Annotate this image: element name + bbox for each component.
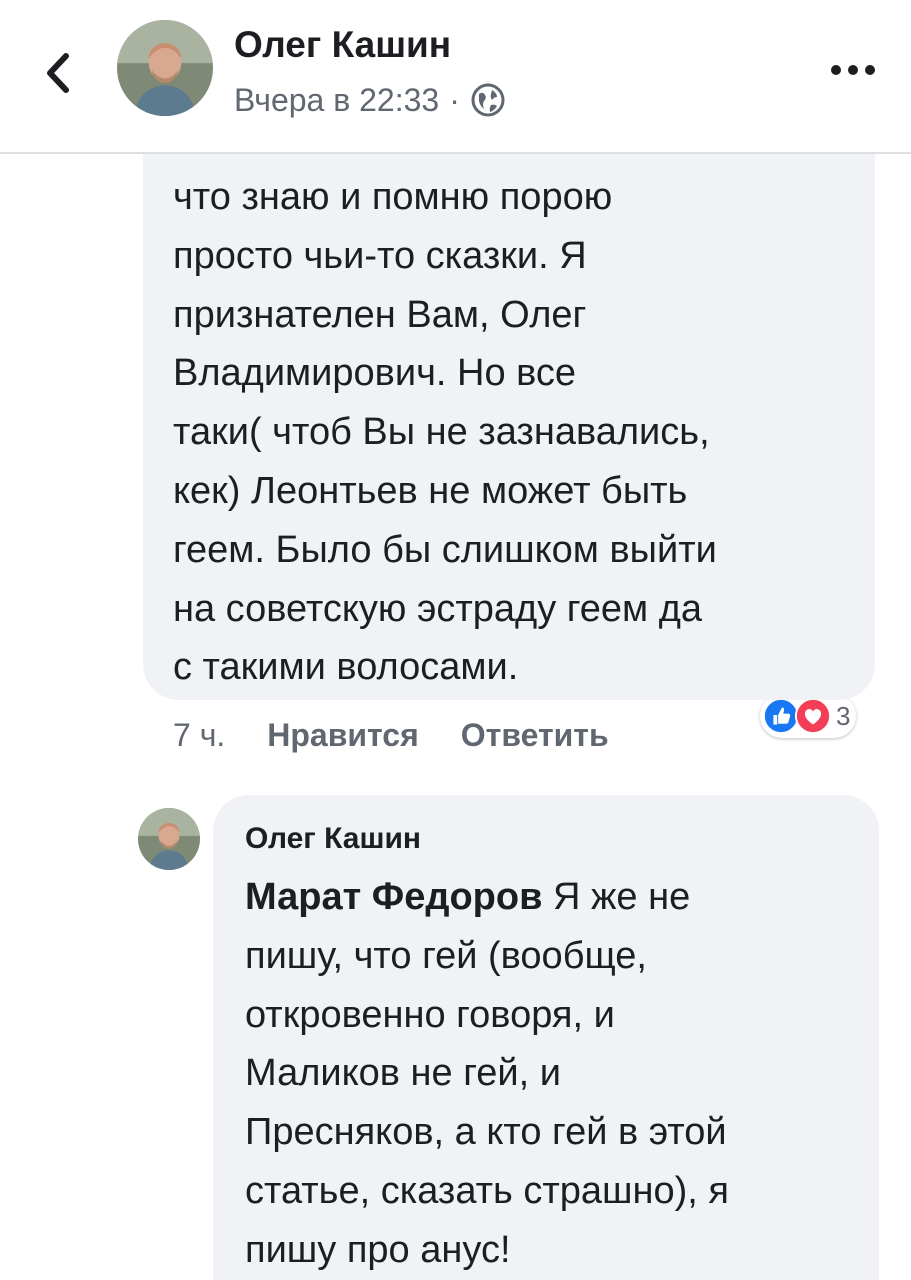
reply-first-line: Марат Федоров Я же не: [245, 868, 865, 927]
more-options-button[interactable]: [828, 58, 878, 82]
comment-time[interactable]: 7 ч.: [173, 717, 225, 754]
comment-line: Владимирович. Но все: [173, 352, 577, 395]
comment-line: просто чьи-то сказки. Я: [173, 234, 587, 277]
back-button[interactable]: [34, 46, 80, 100]
reply-line: пишу, что гей (вообще,: [245, 934, 647, 977]
reply-line: откровенно говоря, и: [245, 993, 615, 1036]
comment-actions: 7 ч. Нравится Ответить: [173, 712, 651, 758]
post-header: Олег Кашин Вчера в 22:33 ·: [0, 0, 911, 154]
reply-line: Пресняков, а кто гей в этой: [245, 1111, 727, 1154]
facebook-comment-thread: что знаю и помню порою просто чьи-то ска…: [0, 0, 911, 1280]
post-meta: Вчера в 22:33 ·: [234, 80, 506, 120]
reply-line: статье, сказать страшно), я: [245, 1169, 729, 1212]
comment-line: что знаю и помню порою: [173, 176, 613, 218]
comment-line: кек) Леонтьев не может быть: [173, 469, 688, 512]
comment-line: геем. Было бы слишком выйти: [173, 528, 717, 571]
avatar-photo: [117, 20, 213, 116]
comment-line: с такими волосами.: [173, 646, 519, 689]
comment-line: признателен Вам, Олег: [173, 293, 587, 336]
reactions-summary[interactable]: 3: [760, 694, 857, 738]
reply-line: Маликов не гей, и: [245, 1052, 561, 1095]
chevron-left-icon: [47, 53, 69, 93]
reply-avatar[interactable]: [138, 808, 200, 870]
reply-button[interactable]: Ответить: [461, 717, 609, 754]
love-icon: [794, 697, 832, 735]
reply-first-line-rest: Я же не: [542, 876, 691, 918]
globe-icon[interactable]: [470, 82, 506, 118]
like-button[interactable]: Нравится: [267, 717, 419, 754]
comment-text: что знаю и помню порою просто чьи-то ска…: [173, 168, 863, 697]
comment-line: таки( чтоб Вы не зазнавались,: [173, 411, 710, 454]
comment-line: на советскую эстраду геем да: [173, 587, 703, 630]
author-name[interactable]: Олег Кашин: [234, 24, 451, 66]
reply-author-name[interactable]: Олег Кашин: [245, 822, 421, 856]
author-avatar[interactable]: [117, 20, 213, 116]
reaction-count: 3: [836, 700, 851, 731]
mention-link[interactable]: Марат Федоров: [245, 876, 542, 918]
avatar-photo: [138, 808, 200, 870]
reply-text: Марат Федоров Я же не пишу, что гей (воо…: [245, 868, 865, 1280]
post-timestamp[interactable]: Вчера в 22:33: [234, 82, 439, 119]
reply-line: пишу про анус!: [245, 1228, 511, 1271]
more-horizontal-icon: [831, 65, 875, 75]
meta-separator: ·: [449, 81, 460, 118]
